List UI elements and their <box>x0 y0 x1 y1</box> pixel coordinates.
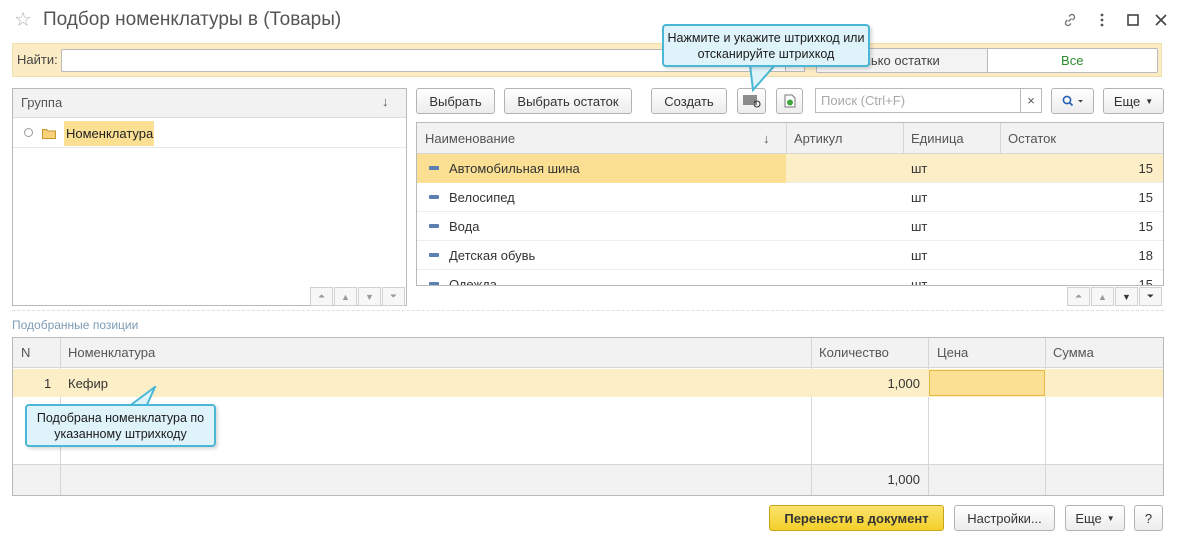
dropdown-arrow-icon: ▼ <box>1145 96 1154 106</box>
last-page-icon[interactable]: ⏷ <box>1139 287 1162 306</box>
item-icon <box>429 224 439 228</box>
sort-arrow-icon: ↓ <box>763 131 770 146</box>
selected-positions-title: Подобранные позиции <box>12 318 139 332</box>
prev-page-icon[interactable]: ▲ <box>334 287 357 306</box>
transfer-to-document-button[interactable]: Перенести в документ <box>769 505 944 531</box>
item-icon <box>429 282 439 285</box>
row-price-input[interactable] <box>929 370 1045 396</box>
table-header: Наименование ↓ Артикул Единица Остаток <box>417 123 1163 154</box>
row-unit: шт <box>911 161 928 176</box>
link-icon[interactable] <box>1060 10 1080 30</box>
row-rest: 15 <box>1138 161 1153 176</box>
footer-more-button[interactable]: Еще ▼ <box>1065 505 1125 531</box>
item-icon <box>429 253 439 257</box>
row-unit: шт <box>911 219 928 234</box>
more-label: Еще <box>1113 93 1141 109</box>
row-rest: 15 <box>1138 277 1153 286</box>
item-icon <box>429 166 439 170</box>
selected-table-header <box>13 338 1163 368</box>
callout-pointer <box>748 64 778 92</box>
document-load-icon <box>784 94 795 108</box>
row-name: Велосипед <box>449 190 515 205</box>
magnifier-icon <box>1062 95 1083 107</box>
tree-node-icon[interactable] <box>24 128 33 137</box>
clear-search-icon[interactable]: × <box>1021 88 1042 113</box>
barcode-icon <box>742 95 761 108</box>
table-row[interactable]: Вода шт 15 <box>417 212 1163 241</box>
maximize-icon[interactable] <box>1124 10 1142 30</box>
more-button[interactable]: Еще ▼ <box>1103 88 1164 114</box>
table-row[interactable]: Автомобильная шина шт 15 <box>417 154 1163 183</box>
group-header <box>13 89 406 118</box>
table-search-placeholder: Поиск (Ctrl+F) <box>821 93 906 108</box>
column-nomenclature[interactable]: Номенклатура <box>68 345 155 360</box>
settings-button[interactable]: Настройки... <box>954 505 1055 531</box>
divider <box>12 310 1164 311</box>
selected-table-footer <box>13 464 1163 495</box>
item-icon <box>429 195 439 199</box>
column-article[interactable]: Артикул <box>794 131 842 146</box>
picked-hint-callout: Подобрана номенклатура по указанному штр… <box>25 404 216 447</box>
first-page-icon[interactable]: ⏶ <box>310 287 333 306</box>
search-options-button[interactable] <box>1051 88 1094 114</box>
sort-arrow-icon: ↓ <box>382 94 389 109</box>
favorite-star-icon[interactable]: ☆ <box>14 8 32 32</box>
close-icon[interactable] <box>1152 10 1170 30</box>
next-page-icon[interactable]: ▼ <box>1115 287 1138 306</box>
nomenclature-table: Наименование ↓ Артикул Единица Остаток А… <box>416 122 1164 286</box>
group-item-label[interactable]: Номенклатура <box>66 126 153 141</box>
row-rest: 15 <box>1138 190 1153 205</box>
next-page-icon[interactable]: ▼ <box>358 287 381 306</box>
column-sum[interactable]: Сумма <box>1053 345 1094 360</box>
window-title: Подбор номенклатуры в (Товары) <box>43 9 342 30</box>
dropdown-arrow-icon: ▼ <box>1106 513 1115 523</box>
row-quantity[interactable]: 1,000 <box>812 376 920 391</box>
row-name: Вода <box>449 219 480 234</box>
select-rest-button[interactable]: Выбрать остаток <box>504 88 632 114</box>
row-nomenclature: Кефир <box>68 376 108 391</box>
row-unit: шт <box>911 248 928 263</box>
help-button[interactable]: ? <box>1134 505 1163 531</box>
table-row[interactable]: Детская обувь шт 18 <box>417 241 1163 270</box>
divider <box>13 147 406 148</box>
create-button[interactable]: Создать <box>651 88 727 114</box>
find-label: Найти: <box>17 52 58 67</box>
column-quantity[interactable]: Количество <box>819 345 889 360</box>
all-toggle[interactable]: Все <box>988 49 1158 72</box>
footer-more-label: Еще <box>1075 510 1102 526</box>
row-rest: 18 <box>1138 248 1153 263</box>
column-rest[interactable]: Остаток <box>1008 131 1056 146</box>
barcode-hint-callout: Нажмите и укажите штрихкод или отсканиру… <box>662 24 870 67</box>
column-unit[interactable]: Единица <box>911 131 964 146</box>
select-button[interactable]: Выбрать <box>416 88 495 114</box>
column-name[interactable]: Наименование <box>425 131 515 146</box>
table-row[interactable]: Велосипед шт 15 <box>417 183 1163 212</box>
column-n[interactable]: N <box>21 345 30 360</box>
column-price[interactable]: Цена <box>937 345 968 360</box>
row-name: Одежда <box>449 277 498 286</box>
folder-icon <box>42 127 56 139</box>
row-number: 1 <box>44 376 52 391</box>
prev-page-icon[interactable]: ▲ <box>1091 287 1114 306</box>
total-quantity: 1,000 <box>887 472 920 487</box>
more-vertical-icon[interactable] <box>1094 10 1110 30</box>
table-row[interactable]: Одежда шт 15 <box>417 270 1163 286</box>
row-unit: шт <box>911 190 928 205</box>
group-header-label[interactable]: Группа <box>21 95 62 110</box>
row-rest: 15 <box>1138 219 1153 234</box>
first-page-icon[interactable]: ⏶ <box>1067 287 1090 306</box>
row-name: Детская обувь <box>449 248 536 263</box>
row-name: Автомобильная шина <box>449 161 580 176</box>
row-unit: шт <box>911 277 928 286</box>
last-page-icon[interactable]: ⏷ <box>382 287 405 306</box>
